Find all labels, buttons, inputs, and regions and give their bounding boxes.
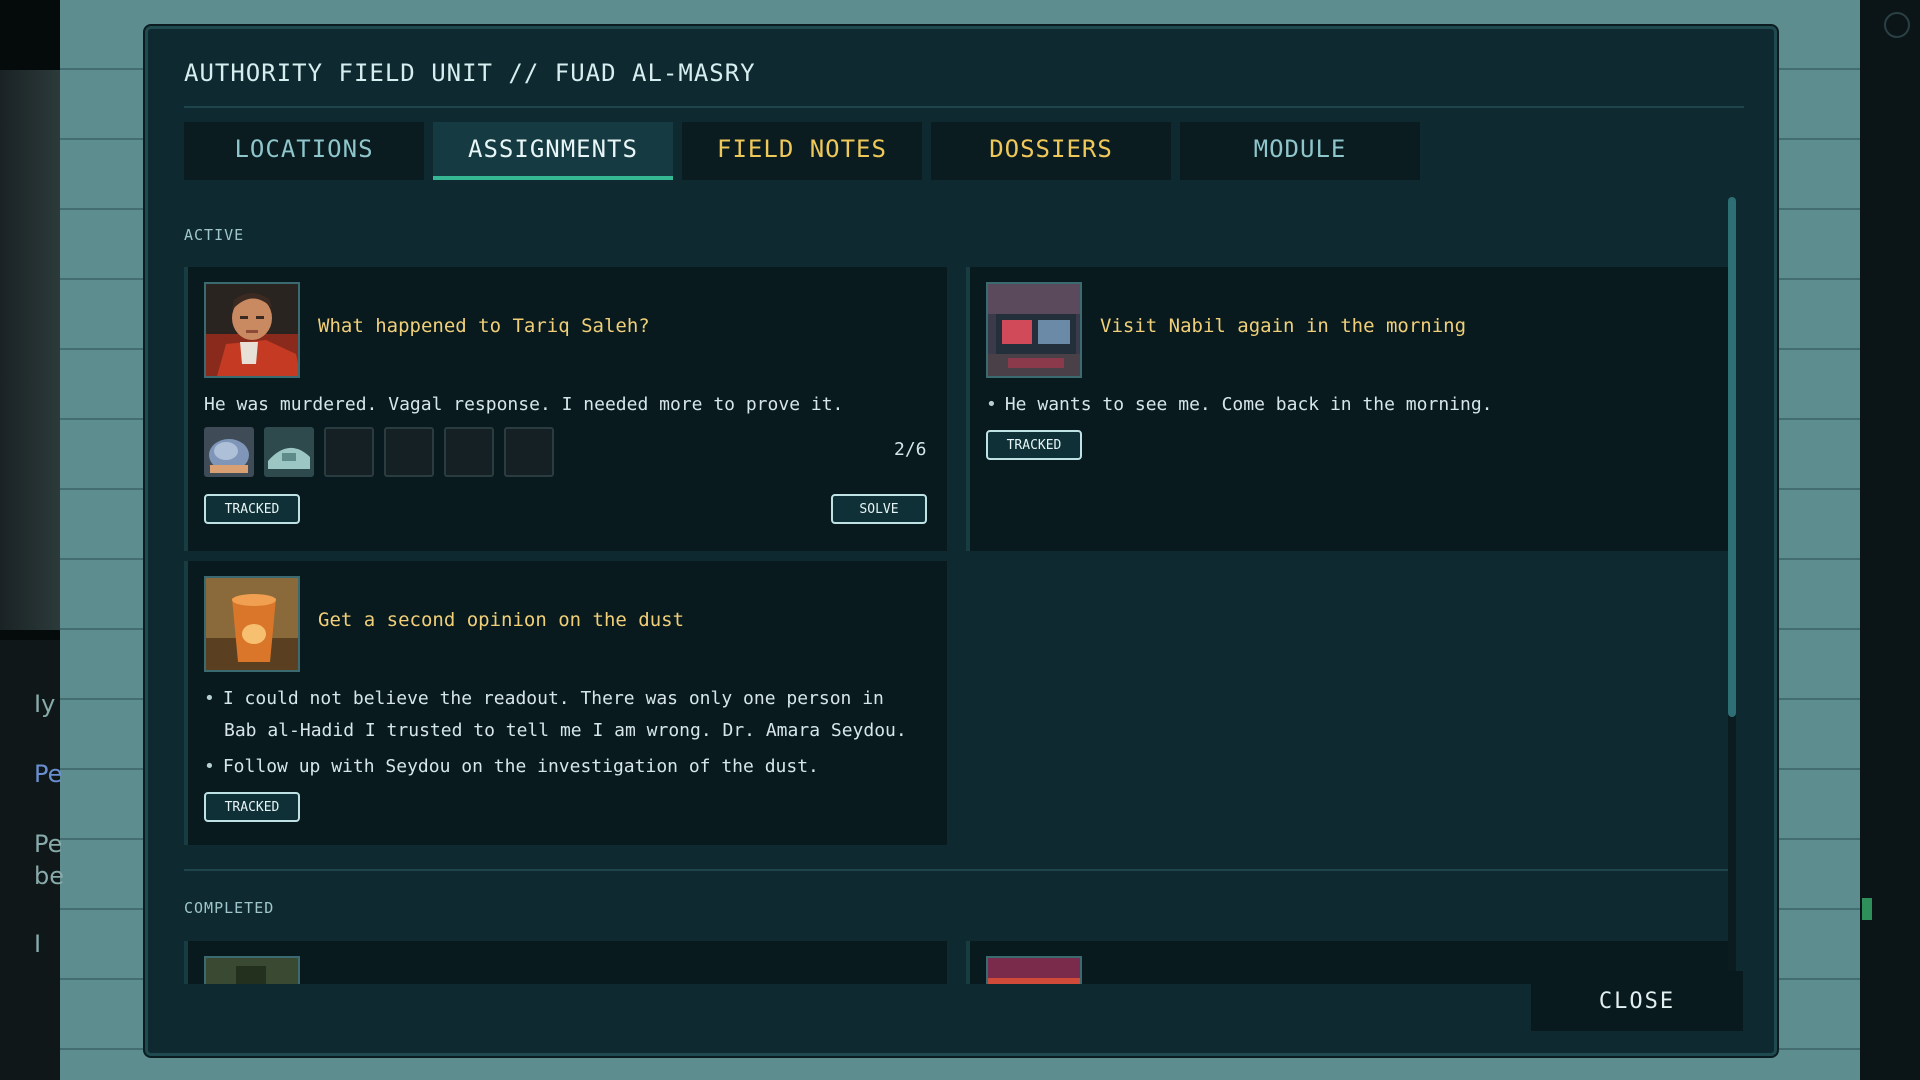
section-label-completed: COMPLETED [184,899,275,917]
clue-slot-filled[interactable] [204,427,254,477]
assignment-bullet: He wants to see me. Come back in the mor… [986,389,1706,421]
scrollbar-thumb[interactable] [1728,197,1736,717]
assignment-card[interactable]: Get a second opinion on the dust I could… [184,561,947,845]
assignment-card[interactable]: What happened to Tariq Saleh? He was mur… [184,267,947,551]
tab-module[interactable]: MODULE [1180,122,1420,180]
gear-icon [1884,12,1910,38]
assignment-title: What happened to Tariq Saleh? [318,315,650,337]
completed-portrait [986,956,1082,984]
clue-slot-empty [324,427,374,477]
clue-slot-filled[interactable] [264,427,314,477]
assignment-card[interactable]: Visit Nabil again in the morning He want… [966,267,1729,551]
assignments-list[interactable]: ACTIVE What happened to Tariq Saleh? He … [184,199,1729,984]
background-text: Pe [34,760,63,788]
background-text: I [34,930,42,958]
assignment-title: Visit Nabil again in the morning [1100,315,1467,337]
section-label-active: ACTIVE [184,226,245,244]
street-shop-portrait [986,282,1082,378]
tracked-button[interactable]: TRACKED [204,792,300,822]
background-text: be [34,862,64,890]
tab-field-notes[interactable]: FIELD NOTES [682,122,922,180]
section-divider [184,869,1729,871]
close-button[interactable]: CLOSE [1531,971,1743,1031]
status-marker [1862,898,1872,920]
assignment-bullet: Follow up with Seydou on the investigati… [204,751,924,783]
tab-bar: LOCATIONS ASSIGNMENTS FIELD NOTES DOSSIE… [184,122,1420,180]
tracked-button[interactable]: TRACKED [986,430,1082,460]
clue-progress: 2/6 [894,439,927,460]
clue-slot-empty [384,427,434,477]
clue-slot-empty [444,427,494,477]
completed-card[interactable] [184,941,947,984]
journal-modal: AUTHORITY FIELD UNIT // FUAD AL-MASRY LO… [145,26,1777,1056]
assignment-text: He was murdered. Vagal response. I neede… [204,394,844,415]
left-scene-strip [0,70,60,630]
orange-glass-portrait [204,576,300,672]
tab-dossiers[interactable]: DOSSIERS [931,122,1171,180]
background-text: Iy [34,690,56,718]
tab-locations[interactable]: LOCATIONS [184,122,424,180]
solve-button[interactable]: SOLVE [831,494,927,524]
tab-assignments[interactable]: ASSIGNMENTS [433,122,673,180]
background-text: Pe [34,830,63,858]
completed-portrait [204,956,300,984]
assignment-bullet: I could not believe the readout. There w… [204,683,924,747]
modal-title: AUTHORITY FIELD UNIT // FUAD AL-MASRY [184,59,756,87]
assignment-title: Get a second opinion on the dust [318,609,685,631]
injured-man-portrait [204,282,300,378]
tracked-button[interactable]: TRACKED [204,494,300,524]
title-divider [184,106,1744,108]
clue-slot-empty [504,427,554,477]
